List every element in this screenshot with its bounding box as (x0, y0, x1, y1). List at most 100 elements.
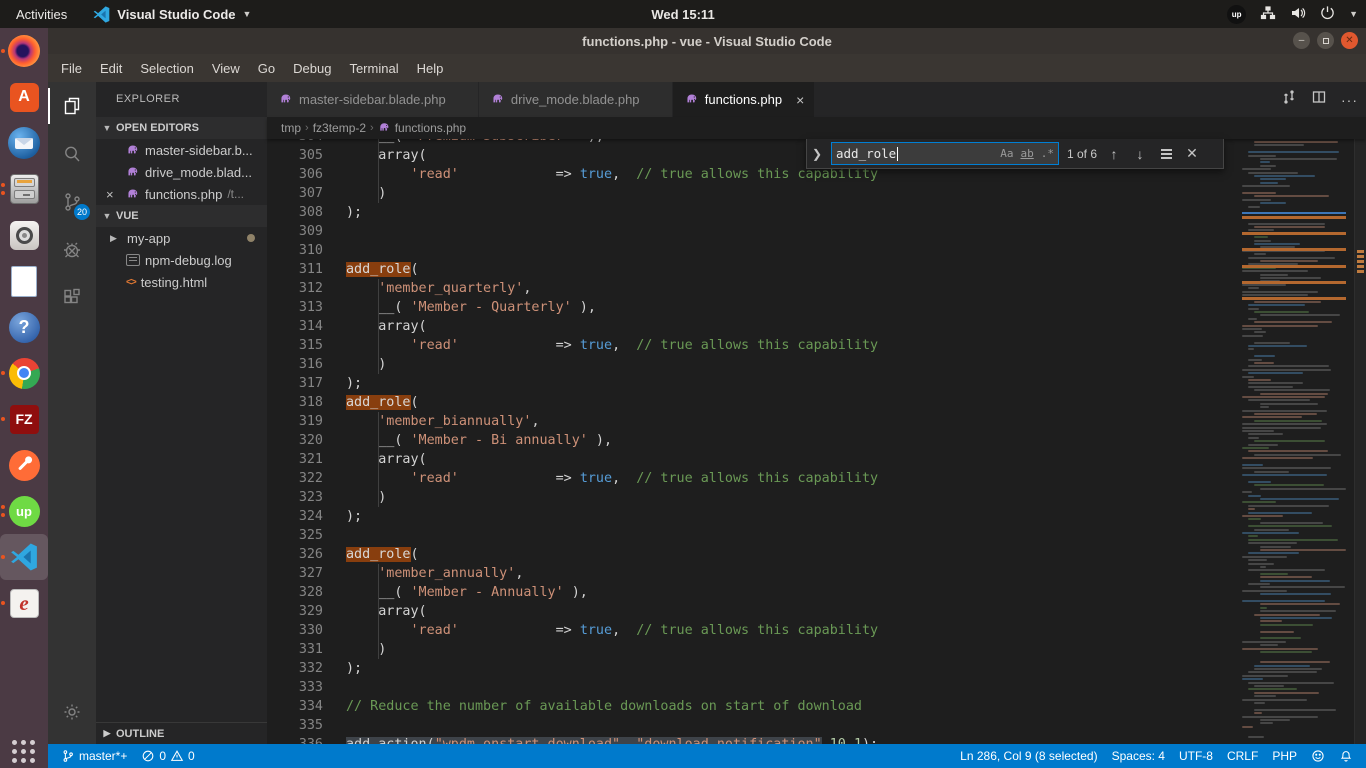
menu-terminal[interactable]: Terminal (340, 61, 407, 76)
network-icon[interactable] (1260, 5, 1276, 24)
menu-go[interactable]: Go (249, 61, 284, 76)
more-actions-icon[interactable]: ··· (1341, 92, 1358, 108)
dock-item-ubuntu-software[interactable]: A (0, 74, 48, 120)
code-line-326[interactable]: 326add_role( (267, 545, 1366, 564)
code-line-317[interactable]: 317); (267, 374, 1366, 393)
file-item-my-app[interactable]: ▶my-app (96, 227, 267, 249)
editor[interactable]: 304 __( 'Premium Subscriber' ),305 array… (267, 139, 1366, 744)
tab-close-icon[interactable]: × (796, 92, 804, 108)
settings-gear-icon[interactable] (48, 688, 96, 736)
code-line-332[interactable]: 332); (267, 659, 1366, 678)
code-line-330[interactable]: 330 'read' => true, // true allows this … (267, 621, 1366, 640)
dock-item-help[interactable]: ? (0, 304, 48, 350)
project-section-header[interactable]: ▼ VUE (96, 205, 267, 227)
debug-icon[interactable] (48, 226, 96, 274)
open-changes-icon[interactable] (1281, 89, 1297, 110)
regex-toggle[interactable]: .* (1041, 147, 1054, 160)
code-line-321[interactable]: 321 array( (267, 450, 1366, 469)
open-editor-drive_mode.blad...[interactable]: drive_mode.blad... (96, 161, 267, 183)
code-line-328[interactable]: 328 __( 'Member - Annually' ), (267, 583, 1366, 602)
find-in-selection-button[interactable] (1157, 146, 1175, 162)
power-icon[interactable] (1320, 5, 1335, 23)
tab-master-sidebar.blade.php[interactable]: master-sidebar.blade.php× (267, 82, 478, 117)
problems-status[interactable]: 0 0 (134, 749, 201, 763)
menu-help[interactable]: Help (408, 61, 453, 76)
menu-edit[interactable]: Edit (91, 61, 131, 76)
code-line-310[interactable]: 310 (267, 241, 1366, 260)
cursor-position-status[interactable]: Ln 286, Col 9 (8 selected) (953, 749, 1104, 763)
code-line-320[interactable]: 320 __( 'Member - Bi annually' ), (267, 431, 1366, 450)
code-line-309[interactable]: 309 (267, 222, 1366, 241)
notifications-bell-icon[interactable] (1332, 749, 1360, 763)
git-branch-status[interactable]: master*+ (54, 749, 134, 763)
chevron-down-icon[interactable]: ▼ (1349, 9, 1358, 19)
explorer-icon[interactable] (48, 82, 96, 130)
menu-file[interactable]: File (52, 61, 91, 76)
breadcrumb-item[interactable]: fz3temp-2 (313, 121, 366, 135)
show-applications-icon[interactable] (12, 740, 36, 764)
breadcrumb-item[interactable]: functions.php (395, 121, 466, 135)
breadcrumb-item[interactable]: tmp (281, 121, 301, 135)
code-line-311[interactable]: 311add_role( (267, 260, 1366, 279)
dock-item-file-cabinet[interactable] (0, 166, 48, 212)
find-input[interactable]: add_role Aa ab .* (831, 142, 1059, 165)
dock-item-firefox[interactable] (0, 28, 48, 74)
file-item-npm-debug.log[interactable]: npm-debug.log (96, 249, 267, 271)
code-line-325[interactable]: 325 (267, 526, 1366, 545)
code-line-334[interactable]: 334// Reduce the number of available dow… (267, 697, 1366, 716)
dock-item-filezilla[interactable]: FZ (0, 396, 48, 442)
code-line-331[interactable]: 331 ) (267, 640, 1366, 659)
close-editor-icon[interactable]: × (106, 187, 114, 202)
open-editor-functions.php[interactable]: ×functions.php/t... (96, 183, 267, 205)
open-editor-master-sidebar.b...[interactable]: master-sidebar.b... (96, 139, 267, 161)
code-line-323[interactable]: 323 ) (267, 488, 1366, 507)
maximize-button[interactable] (1317, 32, 1334, 49)
dock-item-upwork[interactable]: up (0, 488, 48, 534)
code-line-336[interactable]: 336add_action("wpdm_onstart_download", "… (267, 735, 1366, 744)
split-editor-icon[interactable] (1311, 89, 1327, 110)
dock-item-notes[interactable]: e (0, 580, 48, 626)
code-line-324[interactable]: 324); (267, 507, 1366, 526)
open-editors-header[interactable]: ▼ OPEN EDITORS (96, 117, 267, 139)
language-mode-status[interactable]: PHP (1265, 749, 1304, 763)
clock[interactable]: Wed 15:11 (651, 7, 714, 22)
dock-item-speaker[interactable] (0, 212, 48, 258)
code-line-318[interactable]: 318add_role( (267, 393, 1366, 412)
upwork-tray-icon[interactable]: up (1227, 5, 1246, 24)
tab-functions.php[interactable]: functions.php× (673, 82, 815, 117)
code-line-329[interactable]: 329 array( (267, 602, 1366, 621)
code-line-333[interactable]: 333 (267, 678, 1366, 697)
find-next-button[interactable]: ↓ (1131, 146, 1149, 162)
encoding-status[interactable]: UTF-8 (1172, 749, 1220, 763)
close-button[interactable]: ✕ (1341, 32, 1358, 49)
find-previous-button[interactable]: ↑ (1105, 146, 1123, 162)
code-line-319[interactable]: 319 'member_biannually', (267, 412, 1366, 431)
find-close-button[interactable]: ✕ (1183, 145, 1201, 162)
code-line-314[interactable]: 314 array( (267, 317, 1366, 336)
dock-item-libreoffice-writer[interactable] (0, 258, 48, 304)
code-line-322[interactable]: 322 'read' => true, // true allows this … (267, 469, 1366, 488)
menu-selection[interactable]: Selection (131, 61, 202, 76)
app-menu[interactable]: Visual Studio Code ▼ (83, 6, 261, 23)
outline-section-header[interactable]: ▶ OUTLINE (96, 722, 267, 744)
feedback-smiley-icon[interactable] (1304, 749, 1332, 763)
minimize-button[interactable]: – (1293, 32, 1310, 49)
minimap[interactable] (1240, 139, 1354, 744)
code-line-308[interactable]: 308); (267, 203, 1366, 222)
window-title-bar[interactable]: functions.php - vue - Visual Studio Code… (48, 28, 1366, 54)
dock-item-vscode[interactable] (0, 534, 48, 580)
search-icon[interactable] (48, 130, 96, 178)
code-line-315[interactable]: 315 'read' => true, // true allows this … (267, 336, 1366, 355)
volume-icon[interactable] (1290, 5, 1306, 24)
overview-ruler[interactable] (1354, 139, 1366, 744)
file-item-testing.html[interactable]: <>testing.html (96, 271, 267, 293)
code-line-312[interactable]: 312 'member_quarterly', (267, 279, 1366, 298)
dock-item-chrome[interactable] (0, 350, 48, 396)
code-line-316[interactable]: 316 ) (267, 355, 1366, 374)
tab-drive_mode.blade.php[interactable]: drive_mode.blade.php× (479, 82, 672, 117)
code-line-335[interactable]: 335 (267, 716, 1366, 735)
find-expand-chevron-icon[interactable]: ❯ (811, 147, 823, 161)
eol-status[interactable]: CRLF (1220, 749, 1265, 763)
indentation-status[interactable]: Spaces: 4 (1105, 749, 1172, 763)
source-control-icon[interactable]: 20 (48, 178, 96, 226)
